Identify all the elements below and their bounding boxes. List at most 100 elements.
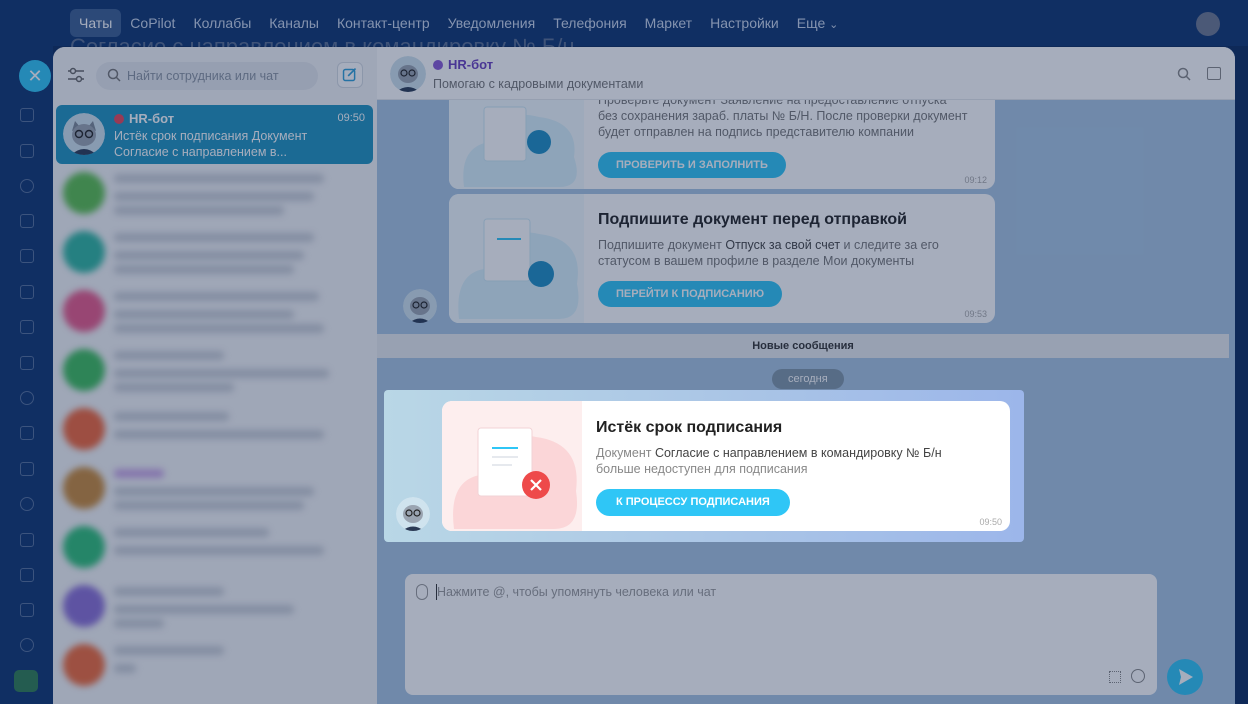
list-item[interactable]: [56, 577, 373, 636]
chat-avatar: [63, 467, 105, 509]
go-to-signing-button[interactable]: ПЕРЕЙТИ К ПОДПИСАНИЮ: [598, 281, 783, 307]
chat-avatar: [63, 349, 105, 391]
message-input[interactable]: Нажмите @, чтобы упомянуть человека или …: [405, 574, 1157, 695]
blurred-line: [114, 251, 304, 260]
js-icon[interactable]: [20, 603, 34, 617]
chat-time: 09:50: [337, 112, 365, 124]
list-item[interactable]: [56, 223, 373, 282]
blurred-line: [114, 174, 324, 183]
documents-icon[interactable]: [20, 214, 34, 228]
document-illustration: [449, 87, 584, 189]
chat-item-hr-bot[interactable]: HR-бот 09:50 Истёк срок подписания Докум…: [56, 105, 373, 164]
send-button[interactable]: [1167, 659, 1203, 695]
settings-sliders-icon[interactable]: [67, 67, 85, 83]
store-icon[interactable]: [20, 462, 34, 476]
card-text: Подпишите документ Отпуск за свой счет и…: [598, 237, 978, 269]
nav-more[interactable]: Еще ⌄: [788, 9, 848, 37]
list-item[interactable]: [56, 636, 373, 695]
feed-icon[interactable]: [20, 108, 34, 122]
card-text-a: Подпишите документ: [598, 238, 726, 252]
list-item[interactable]: [56, 400, 373, 459]
card-text: Документ Согласие с направлением в коман…: [596, 445, 986, 477]
filter-icon[interactable]: [20, 285, 34, 299]
search-input[interactable]: Найти сотрудника или чат: [96, 62, 318, 90]
nav-copilot[interactable]: CoPilot: [121, 9, 184, 37]
list-item[interactable]: [56, 282, 373, 341]
paperclip-icon[interactable]: [416, 584, 428, 600]
messenger-icon[interactable]: [20, 144, 34, 158]
list-item[interactable]: [56, 164, 373, 223]
chevron-down-icon: ⌄: [829, 19, 839, 31]
chat-name-text: HR-бот: [129, 111, 175, 126]
nav-channels[interactable]: Каналы: [260, 9, 328, 37]
document-error-illustration: [442, 401, 582, 531]
nav-chats[interactable]: Чаты: [70, 9, 122, 37]
blurred-line: [114, 324, 324, 333]
chat-subtitle: Помогаю с кадровыми документами: [433, 77, 644, 91]
expired-signing-card: Истёк срок подписания Документ Согласие …: [442, 401, 1010, 531]
blurred-line: [114, 528, 269, 537]
chat-title[interactable]: HR-бот: [433, 57, 493, 72]
chat-avatar: [63, 290, 105, 332]
nav-market[interactable]: Маркет: [636, 9, 701, 37]
send-icon: [1179, 669, 1193, 685]
card-title: Истёк срок подписания: [596, 419, 783, 436]
nav-contact-center[interactable]: Контакт-центр: [328, 9, 439, 37]
search-placeholder: Найти сотрудника или чат: [127, 69, 279, 83]
crm-icon[interactable]: [20, 391, 34, 405]
user-avatar[interactable]: [1196, 12, 1220, 36]
sites-icon[interactable]: [20, 426, 34, 440]
close-icon[interactable]: ✕: [19, 60, 51, 92]
chat-area: Проверьте документ Заявление на предоста…: [377, 47, 1235, 704]
nav-telephony[interactable]: Телефония: [544, 9, 635, 37]
blurred-line: [114, 646, 224, 655]
blurred-line: [114, 605, 294, 614]
to-signing-process-button[interactable]: К ПРОЦЕССУ ПОДПИСАНИЯ: [596, 489, 790, 516]
storage-icon[interactable]: [20, 568, 34, 582]
apps-icon[interactable]: [14, 670, 38, 692]
message-card-sign: Подпишите документ перед отправкой Подпи…: [449, 194, 995, 323]
list-item[interactable]: [56, 459, 373, 518]
nav-collabs[interactable]: Коллабы: [184, 9, 260, 37]
list-item[interactable]: [56, 341, 373, 400]
chat-preview: Истёк срок подписания Документ Согласие …: [114, 129, 308, 159]
chat-title-text: HR-бот: [448, 57, 494, 72]
calendar-icon[interactable]: [20, 249, 34, 263]
hr-bot-avatar[interactable]: [390, 56, 426, 92]
mail-icon[interactable]: [20, 320, 34, 334]
list-item[interactable]: [56, 518, 373, 577]
gear-icon[interactable]: [20, 638, 34, 652]
smile-icon[interactable]: [1131, 669, 1145, 683]
search-icon[interactable]: [1177, 67, 1191, 81]
document-link[interactable]: Отпуск за свой счет: [725, 238, 840, 252]
nav-more-label: Еще: [796, 15, 826, 31]
nav-settings[interactable]: Настройки: [701, 9, 788, 37]
document-link[interactable]: Согласие с направлением в командировку №…: [655, 446, 942, 460]
chat-avatar: [63, 644, 105, 686]
blurred-line: [114, 430, 324, 439]
check-icon[interactable]: [20, 356, 34, 370]
chat-avatar: [63, 172, 105, 214]
file-icon[interactable]: [20, 533, 34, 547]
employees-icon[interactable]: [20, 497, 34, 511]
chat-avatar: [63, 231, 105, 273]
blurred-line: [114, 587, 224, 596]
apps-grid-icon[interactable]: [1109, 671, 1121, 683]
card-text-a: Документ: [596, 446, 655, 460]
blurred-line: [114, 619, 164, 628]
chat-sidebar: Найти сотрудника или чат HR-бот 09:50 Ис…: [53, 47, 377, 704]
compose-button[interactable]: [337, 62, 363, 88]
blurred-line: [114, 192, 314, 201]
blurred-line: [114, 501, 304, 510]
message-card-check: Проверьте документ Заявление на предоста…: [449, 87, 995, 189]
hr-bot-avatar: [63, 113, 105, 155]
chat-header: HR-бот Помогаю с кадровыми документами: [377, 47, 1235, 100]
card-title: Подпишите документ перед отправкой: [598, 211, 907, 228]
nav-notifications[interactable]: Уведомления: [439, 9, 545, 37]
bot-badge-icon: [433, 59, 443, 70]
tasks-icon[interactable]: [20, 179, 34, 193]
message-placeholder: Нажмите @, чтобы упомянуть человека или …: [437, 585, 717, 599]
sidebar-toggle-icon[interactable]: [1207, 67, 1221, 80]
blurred-line: [114, 265, 294, 274]
check-and-fill-button[interactable]: ПРОВЕРИТЬ И ЗАПОЛНИТЬ: [598, 152, 786, 178]
